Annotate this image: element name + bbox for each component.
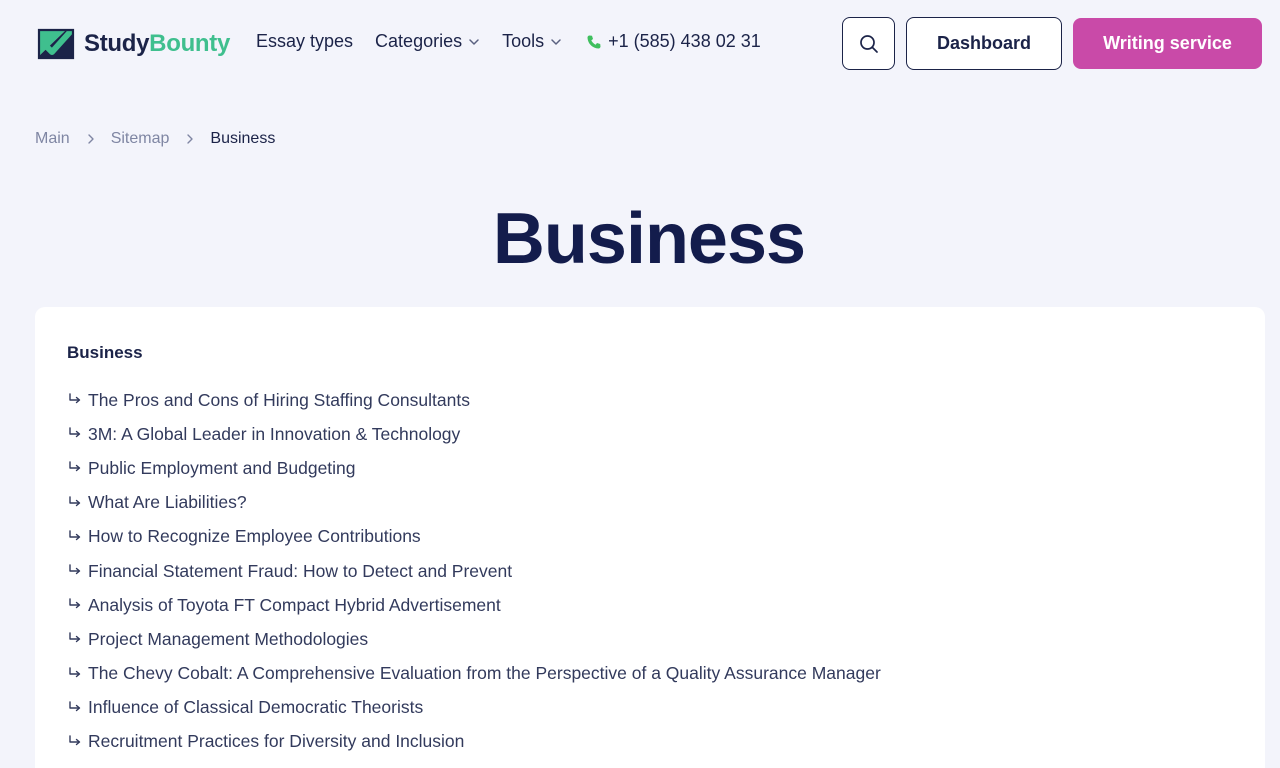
return-arrow-icon (69, 632, 81, 643)
article-link[interactable]: Analysis of Toyota FT Compact Hybrid Adv… (67, 588, 881, 622)
breadcrumb-sitemap[interactable]: Sitemap (111, 130, 170, 148)
return-arrow-icon (69, 461, 81, 472)
article-link[interactable]: Supply Chain Management: What It Is and … (67, 759, 881, 768)
article-link-label: Project Management Methodologies (88, 628, 369, 649)
article-link-label: Influence of Classical Democratic Theori… (88, 697, 424, 718)
article-link[interactable]: 3M: A Global Leader in Innovation & Tech… (67, 417, 881, 451)
article-link-label: Recruitment Practices for Diversity and … (88, 731, 465, 752)
article-link[interactable]: Influence of Classical Democratic Theori… (67, 691, 881, 725)
breadcrumb-current: Business (210, 130, 276, 147)
nav-tools[interactable]: Tools (502, 31, 562, 52)
article-link[interactable]: Financial Statement Fraud: How to Detect… (67, 554, 881, 588)
phone-icon (587, 35, 601, 48)
nav-categories-label: Categories (375, 31, 463, 51)
return-arrow-icon (69, 564, 81, 575)
article-link[interactable]: Recruitment Practices for Diversity and … (67, 725, 881, 759)
logo-text-study: Study (84, 30, 150, 57)
article-link[interactable]: Public Employment and Budgeting (67, 451, 881, 485)
page-title: Business (492, 199, 806, 279)
nav-essay-types-label: Essay types (256, 31, 354, 51)
article-link[interactable]: The Pros and Cons of Hiring Staffing Con… (67, 383, 881, 417)
article-link-label: The Pros and Cons of Hiring Staffing Con… (88, 389, 470, 410)
search-button[interactable] (842, 17, 895, 70)
chevron-right-icon (187, 134, 194, 144)
site-header: StudyBounty Essay types Categories Tools… (0, 0, 1280, 88)
breadcrumb-main[interactable]: Main (35, 130, 70, 148)
sitemap-card: Business The Pros and Cons of Hiring Sta… (35, 307, 1265, 768)
article-link-label: How to Recognize Employee Contributions (88, 526, 421, 547)
phone-link[interactable]: +1 (585) 438 02 31 (586, 31, 761, 52)
article-link-label: What Are Liabilities? (88, 492, 247, 513)
nav-categories[interactable]: Categories (375, 31, 480, 52)
return-arrow-icon (69, 666, 81, 677)
article-link-label: Analysis of Toyota FT Compact Hybrid Adv… (88, 594, 501, 615)
article-link-label: Financial Statement Fraud: How to Detect… (88, 560, 513, 581)
return-arrow-icon (69, 530, 81, 541)
search-icon (859, 34, 878, 53)
article-link-label: 3M: A Global Leader in Innovation & Tech… (88, 423, 461, 444)
logo-text-bounty: Bounty (149, 30, 231, 57)
chevron-right-icon (87, 134, 94, 144)
nav-essay-types[interactable]: Essay types (256, 31, 353, 52)
return-arrow-icon (69, 598, 81, 609)
main-nav: Essay types Categories Tools +1 (585) 43… (256, 31, 761, 52)
return-arrow-icon (69, 393, 81, 404)
return-arrow-icon (69, 701, 81, 711)
article-link[interactable]: How to Recognize Employee Contributions (67, 520, 881, 554)
section-title: Business (67, 343, 143, 362)
return-arrow-icon (69, 495, 81, 506)
phone-number: +1 (585) 438 02 31 (608, 31, 761, 51)
studybounty-logo-icon (37, 28, 75, 60)
logo-text: StudyBounty (84, 30, 230, 58)
nav-tools-label: Tools (502, 31, 545, 51)
breadcrumb: Main Sitemap Business (35, 130, 275, 148)
article-link[interactable]: What Are Liabilities? (67, 486, 881, 520)
chevron-down-icon (469, 38, 479, 45)
article-link-label: The Chevy Cobalt: A Comprehensive Evalua… (88, 663, 881, 684)
article-link[interactable]: Project Management Methodologies (67, 622, 881, 656)
article-link[interactable]: The Chevy Cobalt: A Comprehensive Evalua… (67, 657, 881, 691)
chevron-down-icon (551, 38, 561, 45)
return-arrow-icon (69, 735, 81, 746)
article-links-list: The Pros and Cons of Hiring Staffing Con… (67, 383, 881, 768)
writing-service-button[interactable]: Writing service (1073, 18, 1262, 69)
article-link-label: Public Employment and Budgeting (88, 457, 356, 478)
site-logo[interactable]: StudyBounty (36, 24, 230, 64)
return-arrow-icon (69, 427, 81, 438)
dashboard-button[interactable]: Dashboard (906, 17, 1062, 70)
